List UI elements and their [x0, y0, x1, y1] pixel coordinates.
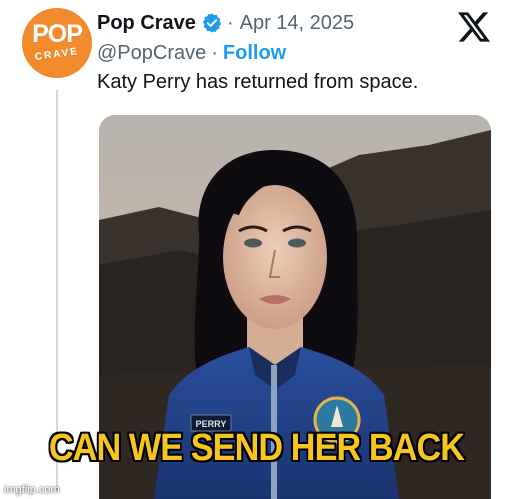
- user-handle[interactable]: @PopCrave: [97, 42, 206, 65]
- tweet-date[interactable]: Apr 14, 2025: [240, 12, 355, 35]
- avatar-text-top: POP: [32, 20, 83, 48]
- verified-badge-icon: [202, 13, 222, 33]
- follow-button[interactable]: Follow: [223, 42, 286, 65]
- handle-row: @PopCrave · Follow: [97, 39, 286, 67]
- meme-caption: CAN WE SEND HER BACK: [48, 427, 465, 469]
- display-name[interactable]: Pop Crave: [97, 12, 196, 35]
- tweet-header: Pop Crave · Apr 14, 2025: [97, 8, 354, 38]
- imgflip-watermark: imgflip.com: [4, 484, 60, 496]
- header-separator: ·: [226, 11, 234, 34]
- tweet-card: POP CRAVE Pop Crave · Apr 14, 2025 @PopC…: [0, 0, 513, 499]
- avatar[interactable]: POP CRAVE: [22, 8, 92, 78]
- x-logo-icon[interactable]: [458, 12, 490, 42]
- tweet-text: Katy Perry has returned from space.: [97, 71, 419, 93]
- handle-separator: ·: [211, 41, 218, 64]
